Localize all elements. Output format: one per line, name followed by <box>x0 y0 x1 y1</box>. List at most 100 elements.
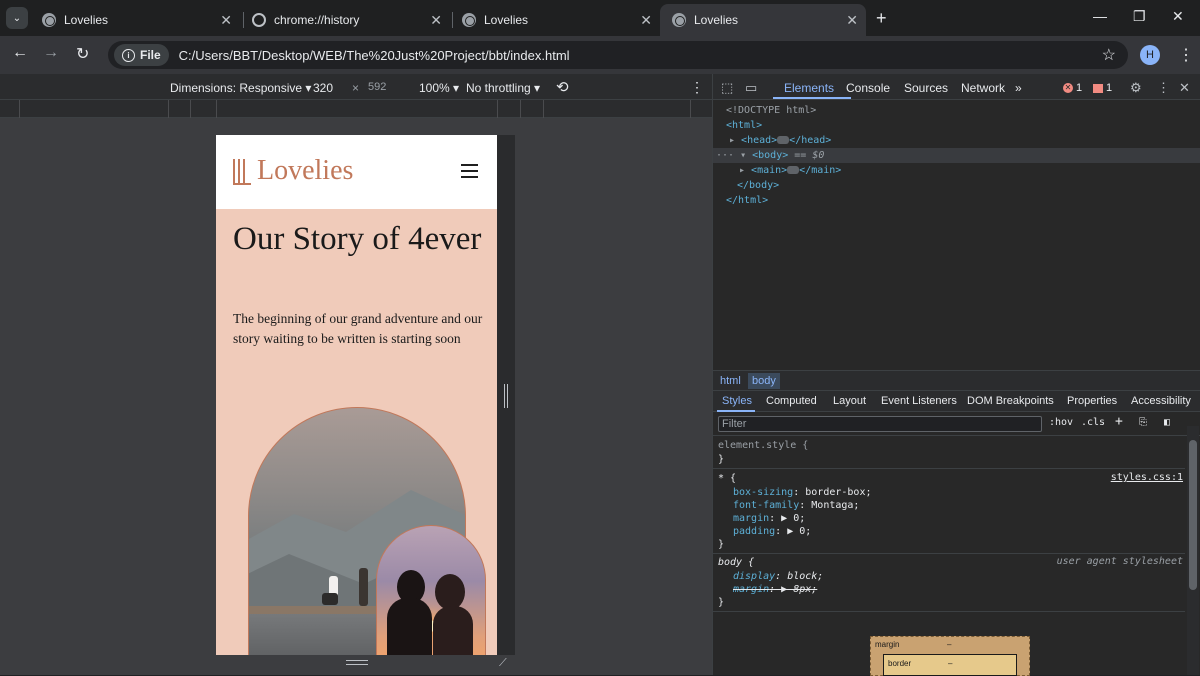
hamburger-menu-icon[interactable] <box>461 164 478 182</box>
dom-line-selected[interactable]: ··· ▾ <body> == $0 <box>713 148 1200 163</box>
border-value[interactable]: – <box>948 659 952 668</box>
devtools-menu-icon[interactable]: ⋮ <box>1157 80 1170 96</box>
error-badge[interactable]: ✕ 1 <box>1063 82 1082 94</box>
site-info-chip[interactable]: i File <box>114 44 169 66</box>
minimize-icon[interactable]: — <box>1093 8 1107 24</box>
restore-icon[interactable]: ❐ <box>1133 8 1146 25</box>
resize-handle-corner[interactable]: ⟋ <box>499 657 507 670</box>
close-tab-icon[interactable]: ✕ <box>640 12 652 29</box>
tab-event-listeners[interactable]: Event Listeners <box>881 395 957 407</box>
class-toggle[interactable]: .cls <box>1081 417 1105 428</box>
forward-arrow-icon[interactable]: → <box>43 44 59 62</box>
tab-dom-breakpoints[interactable]: DOM Breakpoints <box>967 395 1054 407</box>
tab-styles[interactable]: Styles <box>722 395 752 407</box>
device-toggle-icon[interactable]: ▭ <box>745 80 757 96</box>
close-tab-icon[interactable]: ✕ <box>430 12 442 29</box>
resize-handle-bottom[interactable] <box>346 660 368 665</box>
tab-search-button[interactable]: ⌄ <box>6 7 28 29</box>
tab-title: Lovelies <box>694 13 739 27</box>
tab-sources[interactable]: Sources <box>904 81 948 95</box>
issues-badge[interactable]: 1 <box>1093 82 1112 94</box>
prop-value: ▶ 0; <box>787 526 812 537</box>
zoom-dropdown[interactable]: 100% ▾ <box>419 81 459 95</box>
reload-icon[interactable]: ↻ <box>76 44 89 64</box>
styles-scrollbar[interactable] <box>1187 426 1199 675</box>
collapsed-ellipsis[interactable] <box>777 136 790 144</box>
crumb-html[interactable]: html <box>716 373 745 389</box>
close-tab-icon[interactable]: ✕ <box>220 12 232 29</box>
element-style-rule[interactable]: element.style { <box>718 439 808 452</box>
dom-line[interactable]: ▸ <head> </head> <box>713 133 1200 148</box>
css-property[interactable]: padding: ▶ 0; <box>733 525 811 538</box>
css-property[interactable]: font-family: Montaga; <box>733 499 859 512</box>
tab-accessibility[interactable]: Accessibility <box>1131 395 1191 407</box>
settings-gear-icon[interactable]: ⚙ <box>1130 80 1142 96</box>
height-input[interactable]: 592 <box>368 81 386 93</box>
rule-divider <box>713 553 1185 554</box>
css-property[interactable]: display: block; <box>733 570 823 583</box>
close-devtools-icon[interactable]: ✕ <box>1179 80 1190 96</box>
dom-line[interactable]: </body> <box>713 178 1200 193</box>
tab-console[interactable]: Console <box>846 81 890 95</box>
crumb-body[interactable]: body <box>748 373 780 389</box>
dom-line[interactable]: <!DOCTYPE html> <box>713 103 1200 118</box>
paint-icon[interactable]: ⎘ <box>1139 417 1147 428</box>
inspect-element-icon[interactable]: ⬚ <box>721 80 733 96</box>
css-property[interactable]: box-sizing: border-box; <box>733 486 872 499</box>
box-model-diagram: margin – border – <box>870 636 1030 676</box>
width-input[interactable]: 320 <box>313 81 333 95</box>
bookmark-star-icon[interactable]: ☆ <box>1102 45 1116 65</box>
dimensions-dropdown[interactable]: Dimensions: Responsive ▾ <box>170 81 311 95</box>
new-rule-icon[interactable]: + <box>1115 414 1123 429</box>
stylesheet-link[interactable]: styles.css:1 <box>1111 472 1183 483</box>
rotate-icon[interactable]: ⟲ <box>556 78 569 96</box>
tab-lovelies-2[interactable]: Lovelies ✕ <box>450 4 660 36</box>
resize-handle-right[interactable] <box>504 384 508 408</box>
styles-filter-input[interactable]: Filter <box>718 416 1042 432</box>
close-window-icon[interactable]: ✕ <box>1172 8 1184 25</box>
tab-layout[interactable]: Layout <box>833 395 866 407</box>
element-style-selector: element.style { <box>718 440 809 451</box>
tab-strip: ⌄ Lovelies ✕ chrome://history ✕ Lovelies… <box>0 0 1200 36</box>
address-bar[interactable]: i File C:/Users/BBT/Desktop/WEB/The%20Ju… <box>108 41 1128 69</box>
border-box: border – <box>883 654 1017 676</box>
prop-name: font-family <box>733 500 800 511</box>
css-property-overridden[interactable]: margin: ▶ 8px; <box>733 583 817 596</box>
tab-properties[interactable]: Properties <box>1067 395 1117 407</box>
dom-line[interactable]: </html> <box>713 193 1200 208</box>
new-tab-icon[interactable]: + <box>876 8 887 29</box>
throttling-dropdown[interactable]: No throttling ▾ <box>466 81 540 95</box>
hover-state-toggle[interactable]: :hov <box>1049 417 1073 428</box>
tab-computed[interactable]: Computed <box>766 395 817 407</box>
prop-value: block; <box>787 571 824 582</box>
rule-divider <box>713 468 1185 469</box>
url-text[interactable]: C:/Users/BBT/Desktop/WEB/The%20Just%20Pr… <box>179 48 570 63</box>
more-tabs-icon[interactable]: » <box>1015 81 1022 95</box>
device-options-icon[interactable]: ⋮ <box>690 79 704 96</box>
tab-elements[interactable]: Elements <box>784 81 834 95</box>
profile-avatar[interactable]: H <box>1140 45 1160 65</box>
dom-line[interactable]: <html> <box>713 118 1200 133</box>
dom-line[interactable]: ▸ <main> </main> <box>713 163 1200 178</box>
tab-lovelies-active[interactable]: Lovelies ✕ <box>660 4 866 36</box>
close-tab-icon[interactable]: ✕ <box>846 12 858 29</box>
margin-value[interactable]: – <box>947 640 951 649</box>
tab-title: Lovelies <box>484 13 529 27</box>
universal-selector[interactable]: * { <box>718 472 736 485</box>
dom-tree: <!DOCTYPE html> <html> ▸ <head> </head> ·… <box>713 100 1200 370</box>
tab-history[interactable]: chrome://history ✕ <box>240 4 450 36</box>
tab-network[interactable]: Network <box>961 81 1005 95</box>
css-property[interactable]: margin: ▶ 0; <box>733 512 805 525</box>
styles-tabbar: Styles Computed Layout Event Listeners D… <box>713 390 1200 412</box>
rule-close: } <box>718 597 725 608</box>
browser-menu-icon[interactable]: ⋮ <box>1178 45 1194 65</box>
globe-icon <box>462 13 476 27</box>
site-logo[interactable]: Lovelies <box>257 155 353 187</box>
prop-value: Montaga; <box>811 500 860 511</box>
back-arrow-icon[interactable]: ← <box>12 44 28 62</box>
tab-lovelies-1[interactable]: Lovelies ✕ <box>30 4 240 36</box>
body-selector[interactable]: body { <box>718 556 754 569</box>
hero-title: Our Story of 4ever <box>233 221 482 257</box>
collapsed-ellipsis[interactable] <box>787 166 800 174</box>
sidebar-toggle-icon[interactable]: ◧ <box>1164 417 1170 428</box>
